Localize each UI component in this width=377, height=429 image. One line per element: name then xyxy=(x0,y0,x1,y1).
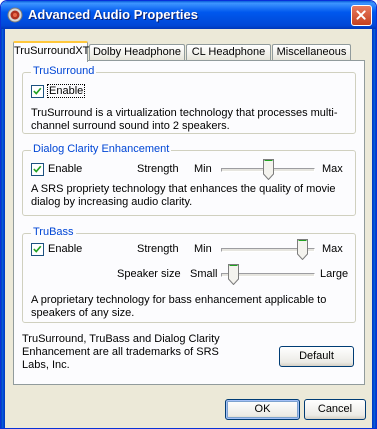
tab-label: TruSurroundXT xyxy=(14,45,90,57)
default-button[interactable]: Default xyxy=(279,346,354,367)
tab-label: Dolby Headphone xyxy=(92,46,182,58)
trubass-strength-slider-thumb[interactable] xyxy=(297,239,308,260)
max-label: Max xyxy=(322,163,343,175)
trusurround-enable-checkbox[interactable] xyxy=(31,85,44,98)
group-title: TruBass xyxy=(31,226,76,238)
close-icon xyxy=(356,10,366,20)
trubass-description: A proprietary technology for bass enhanc… xyxy=(31,294,327,319)
small-label: Small xyxy=(190,268,218,280)
strength-label: Strength xyxy=(137,163,179,175)
checkmark-icon xyxy=(33,87,42,95)
tab-trusurroundxt[interactable]: TruSurroundXT xyxy=(13,41,90,62)
trusurround-group: TruSurround Enable TruSurround is a virt… xyxy=(22,65,356,134)
tab-miscellaneous[interactable]: Miscellaneous xyxy=(272,44,351,61)
group-title: Dialog Clarity Enhancement xyxy=(31,143,172,155)
cancel-button[interactable]: Cancel xyxy=(304,399,366,420)
dialog-clarity-description: A SRS propriety technology that enhances… xyxy=(31,183,336,208)
speaker-size-label: Speaker size xyxy=(117,268,181,280)
trubass-enable-checkbox[interactable] xyxy=(31,243,44,256)
window-border-right xyxy=(372,29,376,428)
tab-cl-headphone[interactable]: CL Headphone xyxy=(186,44,271,61)
speaker-size-slider-thumb[interactable] xyxy=(228,264,239,285)
close-button[interactable] xyxy=(351,5,372,26)
large-label: Large xyxy=(320,268,349,280)
trubass-group: TruBass Enable Strength Min Max Speaker … xyxy=(22,226,356,323)
enable-label[interactable]: Enable xyxy=(46,84,86,98)
ok-button[interactable]: OK xyxy=(225,399,300,420)
title-bar[interactable]: Advanced Audio Properties xyxy=(1,1,376,29)
min-label: Min xyxy=(194,163,212,175)
enable-label[interactable]: Enable xyxy=(48,243,82,255)
enable-label[interactable]: Enable xyxy=(48,163,82,175)
window-title: Advanced Audio Properties xyxy=(28,7,198,22)
tab-label: Miscellaneous xyxy=(276,46,347,58)
trusurround-description: TruSurround is a virtualization technolo… xyxy=(31,107,338,132)
speaker-app-icon xyxy=(7,7,23,23)
default-button-label: Default xyxy=(299,350,334,362)
ok-button-label: OK xyxy=(254,403,271,415)
max-label: Max xyxy=(322,243,343,255)
group-title: TruSurround xyxy=(31,65,97,77)
tab-label: CL Headphone xyxy=(191,46,266,58)
checkmark-icon xyxy=(33,165,42,173)
dialog-clarity-group: Dialog Clarity Enhancement Enable Streng… xyxy=(22,143,356,216)
min-label: Min xyxy=(194,243,212,255)
cancel-button-label: Cancel xyxy=(317,403,353,415)
audio-properties-window: Advanced Audio Properties TruSurroundXT … xyxy=(0,0,377,429)
checkmark-icon xyxy=(33,245,42,253)
strength-label: Strength xyxy=(137,243,179,255)
tab-dolby-headphone[interactable]: Dolby Headphone xyxy=(89,44,185,61)
dialog-strength-slider-thumb[interactable] xyxy=(263,159,274,180)
window-border-left xyxy=(1,29,5,428)
dialog-clarity-enable-checkbox[interactable] xyxy=(31,163,44,176)
trademark-notice: TruSurround, TruBass and Dialog Clarity … xyxy=(22,333,220,371)
